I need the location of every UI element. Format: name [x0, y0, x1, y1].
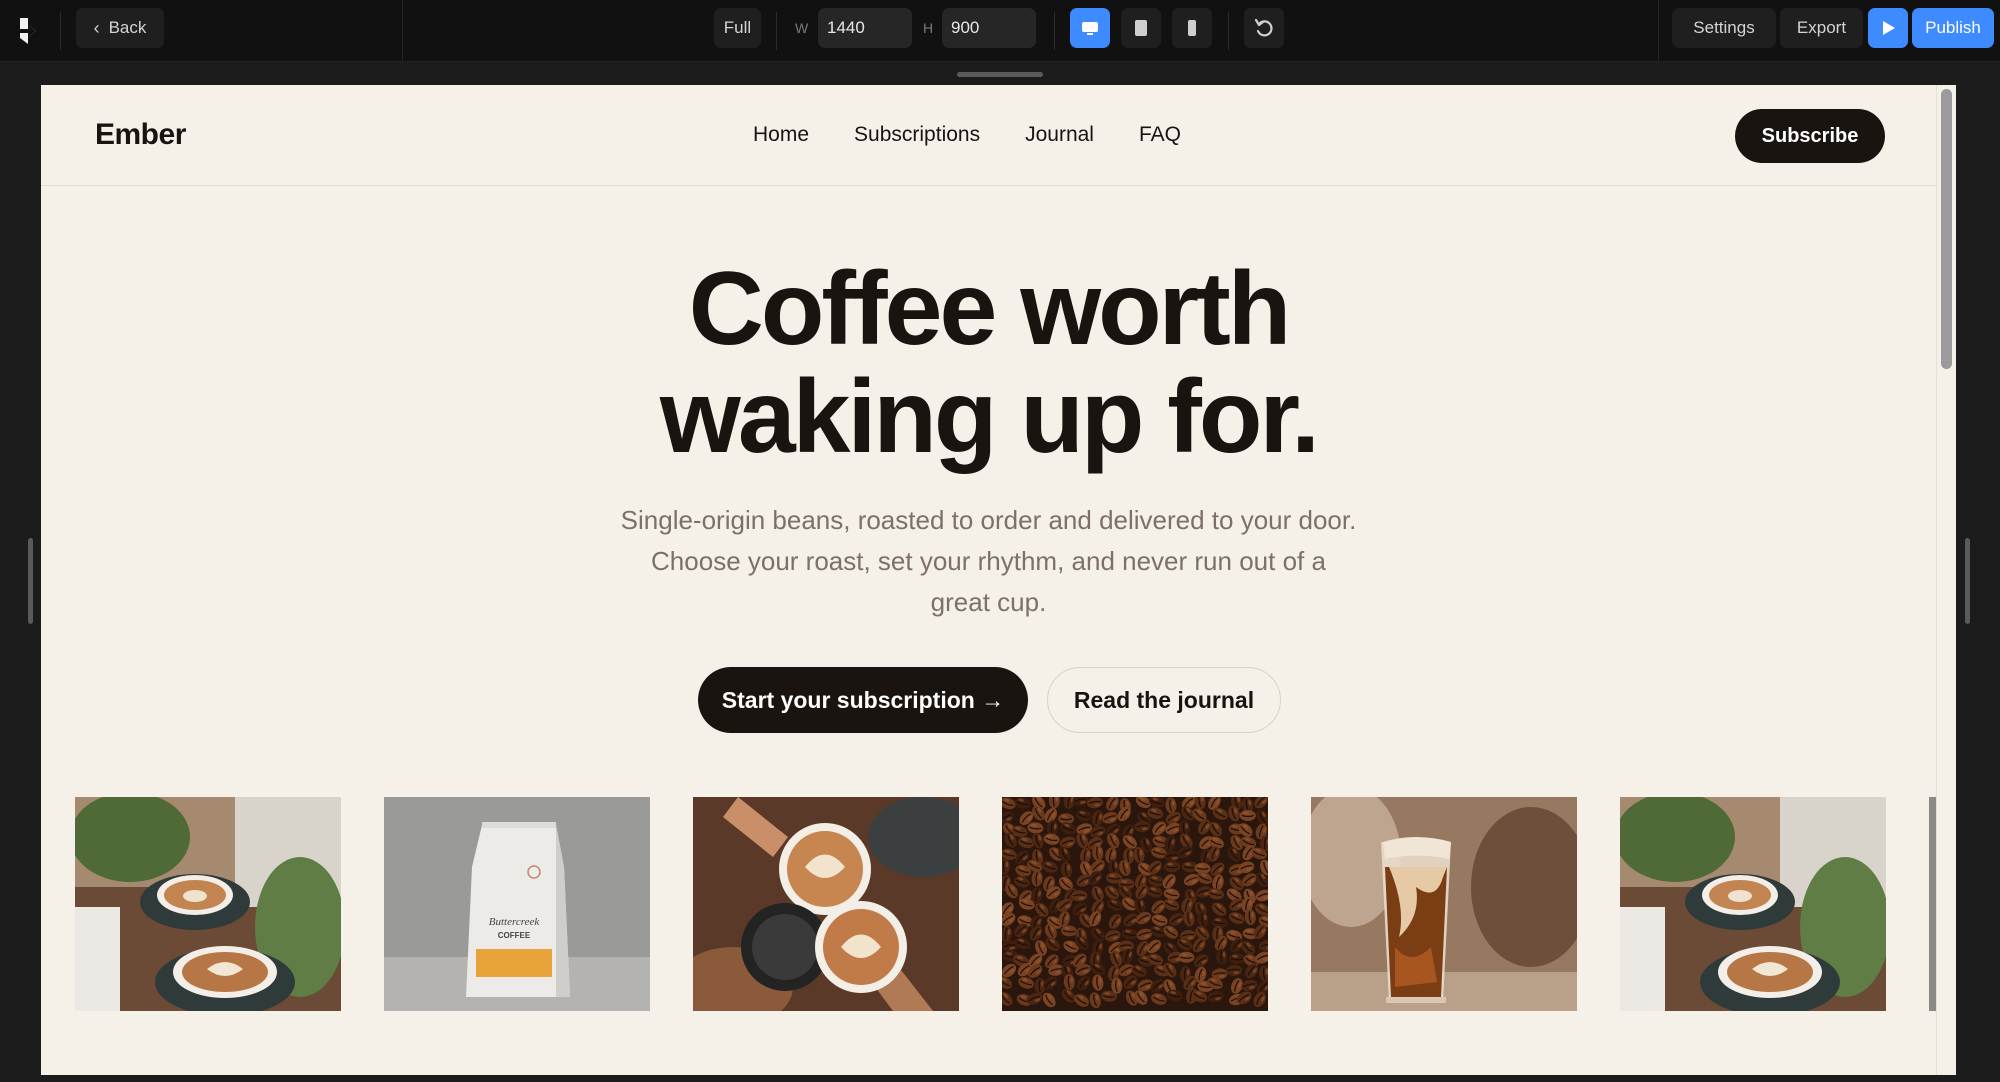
height-input[interactable]: 900	[942, 8, 1036, 48]
toolbar-divider	[60, 12, 61, 50]
canvas-left-resize-handle[interactable]	[28, 538, 33, 624]
gallery-photo-coffee-beans[interactable]	[1002, 797, 1268, 1011]
hero-subtitle-line-3: great cup.	[930, 587, 1047, 617]
preview-scrollbar[interactable]	[1936, 85, 1956, 1075]
height-label: H	[923, 20, 934, 36]
latte-plants-image	[75, 797, 341, 1011]
gallery-photo-latte-plants[interactable]	[75, 797, 341, 1011]
mobile-icon	[1188, 20, 1196, 36]
export-label: Export	[1796, 18, 1847, 37]
canvas-top-resize-handle[interactable]	[957, 72, 1043, 77]
gallery-photo-latte-plants-repeat[interactable]	[1620, 797, 1886, 1011]
hero-title-line-1: Coffee worth	[688, 251, 1292, 367]
toolbar-divider	[776, 12, 777, 50]
hero-subtitle: Single-origin beans, roasted to order an…	[611, 500, 1366, 623]
subscribe-button[interactable]: Subscribe	[1735, 109, 1885, 163]
nav-link-faq[interactable]: FAQ	[1139, 123, 1181, 147]
hero-subtitle-line-2: Choose your roast, set your rhythm, and …	[651, 546, 1326, 576]
gallery-photo-cheers-lattes[interactable]	[693, 797, 959, 1011]
width-value: 1440	[827, 18, 865, 37]
editor-toolbar: ‹ Back Full W 1440 H 900 Settings Export…	[0, 0, 2000, 62]
toolbar-left-group: ‹ Back	[0, 0, 403, 62]
start-subscription-button[interactable]: Start your subscription →	[698, 667, 1028, 733]
preview-play-button[interactable]	[1868, 8, 1908, 48]
coffee-bag-sublabel: COFFEE	[498, 931, 531, 940]
undo-button[interactable]	[1244, 8, 1284, 48]
undo-icon	[1254, 18, 1273, 37]
tablet-view-button[interactable]	[1121, 8, 1161, 48]
hero-subtitle-line-1: Single-origin beans, roasted to order an…	[620, 505, 1357, 535]
publish-label: Publish	[1925, 18, 1981, 37]
tablet-icon	[1135, 20, 1147, 36]
start-subscription-label: Start your subscription →	[721, 686, 1005, 713]
photo-gallery: Buttercreek COFFEE	[75, 797, 1936, 1011]
nav-link-journal[interactable]: Journal	[1025, 123, 1094, 147]
export-button[interactable]: Export	[1780, 8, 1863, 48]
subscribe-label: Subscribe	[1761, 124, 1859, 147]
back-label: Back	[108, 18, 147, 37]
cheers-lattes-image	[693, 797, 959, 1011]
publish-button[interactable]: Publish	[1912, 8, 1994, 48]
width-label: W	[795, 20, 809, 36]
site-brand-logo[interactable]: Ember	[95, 118, 186, 152]
iced-coffee-image	[1311, 797, 1577, 1011]
site-preview-frame: Ember Home Subscriptions Journal FAQ Sub…	[41, 85, 1956, 1075]
read-journal-label: Read the journal	[1073, 686, 1255, 713]
gallery-photo-iced-coffee[interactable]	[1311, 797, 1577, 1011]
site-nav-links: Home Subscriptions Journal FAQ	[753, 123, 1226, 147]
mobile-view-button[interactable]	[1172, 8, 1212, 48]
height-value: 900	[951, 18, 980, 37]
play-icon	[1883, 21, 1895, 35]
chevron-left-icon: ‹	[93, 17, 100, 38]
gallery-photo-coffee-bag[interactable]: Buttercreek COFFEE	[384, 797, 650, 1011]
desktop-icon	[1082, 22, 1098, 35]
hero-title-line-2: waking up for.	[659, 359, 1320, 475]
settings-button[interactable]: Settings	[1672, 8, 1776, 48]
toolbar-divider	[1228, 12, 1229, 50]
hero-title: Coffee worth waking up for.	[41, 255, 1936, 471]
coffee-bag-label: Buttercreek	[489, 916, 541, 928]
preview-scrollbar-thumb[interactable]	[1941, 89, 1952, 369]
viewport-mode-button[interactable]: Full	[714, 8, 761, 48]
settings-label: Settings	[1693, 18, 1755, 37]
coffee-beans-image	[1002, 797, 1268, 1011]
desktop-view-button[interactable]	[1070, 8, 1110, 48]
app-logo-icon[interactable]	[17, 16, 39, 46]
nav-link-subscriptions[interactable]: Subscriptions	[854, 123, 980, 147]
coffee-bag-image: Buttercreek COFFEE	[384, 797, 650, 1011]
app-window: ‹ Back Full W 1440 H 900 Settings Export…	[0, 0, 2000, 1082]
width-input[interactable]: 1440	[818, 8, 912, 48]
viewport-mode-label: Full	[723, 18, 752, 37]
nav-link-home[interactable]: Home	[753, 123, 809, 147]
site-header: Ember Home Subscriptions Journal FAQ Sub…	[41, 85, 1936, 186]
back-button[interactable]: ‹ Back	[76, 8, 164, 48]
toolbar-divider	[1054, 12, 1055, 50]
canvas-right-resize-handle[interactable]	[1965, 538, 1970, 624]
read-journal-button[interactable]: Read the journal	[1047, 667, 1281, 733]
gallery-photo-partial	[1929, 797, 1936, 1011]
latte-plants-image	[1620, 797, 1886, 1011]
